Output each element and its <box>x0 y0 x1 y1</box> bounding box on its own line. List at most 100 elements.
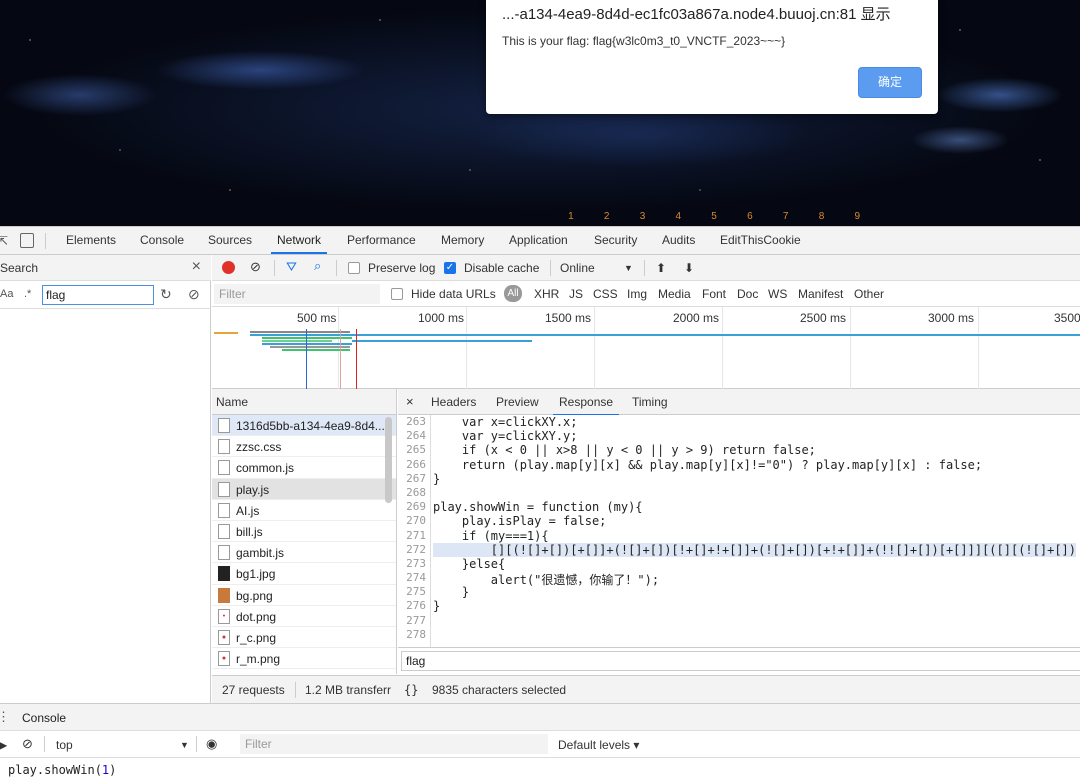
throttling-select[interactable]: Online <box>560 261 595 275</box>
inspect-element-icon[interactable]: ⇱ <box>0 234 12 248</box>
clear-log-icon[interactable]: ⊘ <box>250 259 261 275</box>
filter-manifest[interactable]: Manifest <box>798 287 843 301</box>
request-row[interactable]: • dot.png <box>212 606 396 627</box>
line-number: 275 <box>406 585 426 599</box>
network-overview-timeline[interactable]: 500 ms 1000 ms 1500 ms 2000 ms 2500 ms 3… <box>212 307 1080 389</box>
request-name: bg.png <box>236 588 273 603</box>
request-row[interactable]: play.js <box>212 478 396 500</box>
filter-js[interactable]: JS <box>569 287 583 301</box>
request-name: dot.png <box>236 609 277 624</box>
filter-ws[interactable]: WS <box>768 287 787 301</box>
clear-icon[interactable]: ⊘ <box>188 286 200 303</box>
request-list-scrollbar[interactable] <box>385 417 392 503</box>
request-row[interactable]: bill.js <box>212 521 396 543</box>
tab-preview[interactable]: Preview <box>496 395 539 409</box>
console-filter-input[interactable]: Filter <box>240 734 548 754</box>
eye-icon[interactable]: ◉ <box>206 736 217 752</box>
request-row[interactable]: 1316d5bb-a134-4ea9-8d4... <box>212 415 396 437</box>
chevron-down-icon[interactable]: ▼ <box>624 263 633 273</box>
device-toolbar-icon[interactable] <box>20 233 34 248</box>
column-number: 9 <box>854 211 861 222</box>
divider <box>295 682 296 698</box>
request-row[interactable]: bg1.jpg <box>212 563 396 585</box>
regex-toggle[interactable]: .* <box>24 288 31 300</box>
filter-other[interactable]: Other <box>854 287 884 301</box>
pretty-print-icon[interactable]: {} <box>404 683 418 697</box>
request-row[interactable]: common.js <box>212 457 396 479</box>
document-icon <box>218 418 230 433</box>
tab-network[interactable]: Network <box>270 233 328 254</box>
refresh-icon[interactable]: ↻ <box>160 286 172 303</box>
column-number: 1 <box>568 211 574 222</box>
tab-editthiscookie[interactable]: EditThisCookie <box>720 233 801 247</box>
filter-icon[interactable]: ⛛ <box>286 259 297 275</box>
disable-cache-checkbox[interactable]: ✓ <box>444 262 456 274</box>
filter-all-button[interactable]: All <box>504 285 522 302</box>
filter-img[interactable]: Img <box>627 287 647 301</box>
network-filter-input[interactable]: Filter <box>214 284 380 304</box>
console-toolbar: ▶ ⊘ top ▼ ◉ Filter Default levels ▾ <box>0 731 1080 758</box>
code-line: 264 var y=clickXY.y; <box>398 429 1080 443</box>
timeline-bars <box>214 329 1080 389</box>
request-row[interactable]: ● r_m.png <box>212 648 396 670</box>
line-number: 266 <box>406 457 426 471</box>
code-text: if (my===1){ <box>433 528 549 543</box>
export-har-icon[interactable]: ⬇ <box>684 261 694 275</box>
request-row[interactable]: gambit.js <box>212 542 396 564</box>
request-row[interactable]: bg.png <box>212 585 396 606</box>
request-name: r_c.png <box>236 630 277 645</box>
tab-security[interactable]: Security <box>594 233 637 247</box>
clear-console-icon[interactable]: ⊘ <box>22 736 33 752</box>
hide-data-urls-checkbox[interactable] <box>391 288 403 300</box>
tab-audits[interactable]: Audits <box>662 233 695 247</box>
sidebar-toggle-icon[interactable]: ▶ <box>0 738 7 752</box>
script-icon <box>218 502 230 518</box>
request-row[interactable]: ● r_c.png <box>212 627 396 649</box>
dialog-title: ...-a134-4ea9-8d4d-ec1fc03a867a.node4.bu… <box>502 6 891 23</box>
tab-sources[interactable]: Sources <box>208 233 252 247</box>
find-input[interactable]: flag <box>401 651 1080 671</box>
preserve-log-checkbox[interactable] <box>348 262 360 274</box>
search-panel: Search × Aa .* flag ↻ ⊘ <box>0 255 211 703</box>
drawer-menu-icon[interactable]: ⋮ <box>0 709 10 725</box>
tab-memory[interactable]: Memory <box>441 233 484 247</box>
tab-console[interactable]: Console <box>140 233 184 247</box>
code-text: } <box>433 599 441 614</box>
preserve-log-label: Preserve log <box>368 261 436 275</box>
import-har-icon[interactable]: ⬆ <box>656 261 666 275</box>
selection-status: 9835 characters selected <box>432 683 567 697</box>
record-icon[interactable] <box>222 261 235 274</box>
filter-xhr[interactable]: XHR <box>534 287 559 301</box>
request-row[interactable]: AI.js <box>212 500 396 521</box>
search-icon[interactable]: ⌕ <box>314 258 321 274</box>
line-number: 268 <box>406 485 426 499</box>
tab-elements[interactable]: Elements <box>66 233 116 247</box>
tab-application[interactable]: Application <box>509 233 568 247</box>
divider <box>644 260 645 276</box>
filter-css[interactable]: CSS <box>593 287 618 301</box>
request-row[interactable]: zzsc.css <box>212 436 396 458</box>
context-select[interactable]: top <box>56 738 73 752</box>
filter-font[interactable]: Font <box>702 287 726 301</box>
response-code-view[interactable]: 263 var x=clickXY.x; 264 var y=clickXY.y;… <box>398 415 1080 647</box>
hide-data-urls-label: Hide data URLs <box>411 287 496 301</box>
close-icon[interactable]: × <box>192 258 201 276</box>
console-input-line[interactable]: play.showWin(1) <box>8 763 116 777</box>
log-levels-select[interactable]: Default levels ▾ <box>558 738 639 752</box>
filter-media[interactable]: Media <box>658 287 691 301</box>
filter-doc[interactable]: Doc <box>737 287 758 301</box>
code-text: } <box>433 585 470 600</box>
chevron-down-icon[interactable]: ▼ <box>180 740 189 750</box>
close-icon[interactable]: × <box>406 394 414 409</box>
drawer-tab-console[interactable]: Console <box>15 711 77 733</box>
match-case-toggle[interactable]: Aa <box>0 288 13 300</box>
name-column-header[interactable]: Name <box>216 395 248 409</box>
dialog-ok-button[interactable]: 确定 <box>858 67 922 98</box>
search-input[interactable]: flag <box>42 285 154 305</box>
tab-timing[interactable]: Timing <box>632 395 668 409</box>
tab-performance[interactable]: Performance <box>347 233 416 247</box>
tab-headers[interactable]: Headers <box>431 395 476 409</box>
code-line: 268 <box>398 486 1080 500</box>
line-number: 277 <box>406 613 426 627</box>
tab-response[interactable]: Response <box>552 395 620 416</box>
